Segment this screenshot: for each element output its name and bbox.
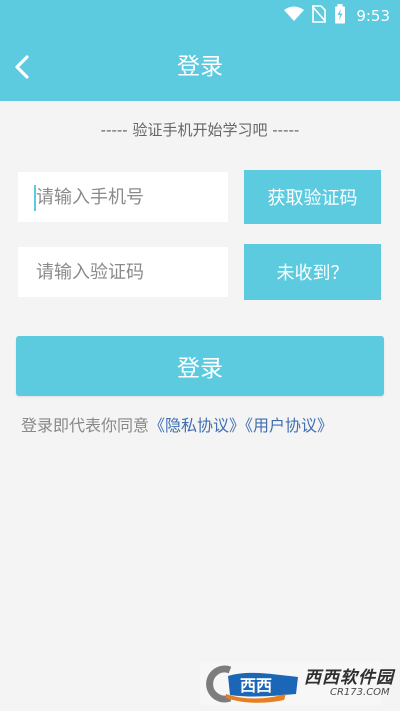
- code-field[interactable]: [18, 247, 228, 297]
- get-code-button[interactable]: 获取验证码: [244, 170, 381, 224]
- login-button[interactable]: 登录: [16, 336, 384, 396]
- status-bar: 9:53: [284, 4, 390, 28]
- user-agreement-link[interactable]: 《用户协议》: [245, 416, 333, 435]
- wifi-icon: [284, 6, 305, 26]
- privacy-agreement-link[interactable]: 《隐私协议》: [149, 416, 245, 435]
- page-title: 登录: [177, 54, 223, 80]
- watermark-url: CR173.COM: [330, 687, 390, 698]
- not-received-button[interactable]: 未收到？: [244, 244, 381, 300]
- svg-text:西西: 西西: [240, 676, 272, 695]
- status-time: 9:53: [356, 7, 390, 25]
- code-input[interactable]: [34, 260, 228, 284]
- watermark: 西西 西西软件园 CR173.COM: [200, 662, 393, 708]
- login-subtitle: ----- 验证手机开始学习吧 -----: [100, 121, 300, 139]
- agreement-prefix: 登录即代表你同意: [21, 416, 150, 435]
- agreement-text: 登录即代表你同意《隐私协议》《用户协议》: [21, 414, 333, 438]
- phone-field[interactable]: [18, 172, 228, 222]
- watermark-title: 西西软件园: [304, 668, 394, 688]
- no-sim-icon: [311, 5, 327, 27]
- app-header: 9:53 登录: [0, 0, 400, 101]
- cr-logo-icon: 西西: [204, 664, 302, 708]
- text-cursor: [34, 185, 36, 211]
- battery-icon: [334, 4, 346, 28]
- phone-input[interactable]: [34, 185, 228, 209]
